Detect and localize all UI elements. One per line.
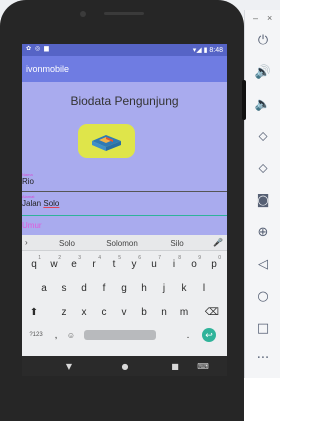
symbols-key[interactable]: ?123 [24,326,48,344]
umur-field[interactable]: Umur [22,218,227,236]
key-r[interactable]: r4 [84,255,104,273]
nav-keyboard-icon[interactable]: ⌨ [196,359,210,373]
emoji-icon: ☺ [66,330,76,340]
more-icon[interactable]: ··· [245,346,281,370]
key-p[interactable]: p0 [204,255,224,273]
zoom-icon[interactable]: ⊕ [245,220,281,244]
key-o[interactable]: o9 [184,255,204,273]
notification-icons: ✿ ◎ ▆ [26,45,50,52]
earpiece-speaker [104,12,144,15]
key-k[interactable]: k [174,279,194,297]
minimize-button[interactable]: – [253,13,258,23]
shift-icon: ⬆ [29,306,39,318]
page-title: Biodata Pengunjung [70,94,179,108]
suggestion-1[interactable]: Solo [47,239,87,248]
front-camera [80,11,86,17]
key-n[interactable]: n [154,303,174,321]
camera-icon[interactable]: ◙ [245,188,281,212]
alamat-value-prefix: Jalan [22,199,44,208]
emulator-toolbar: – × ⏻ 🔊 🔈 ⬦ ⬦ ◙ ⊕ ◁ ○ □ ··· [244,10,280,378]
key-b[interactable]: b [134,303,154,321]
navigation-bar: ▼ ● ■ ⌨ [22,356,227,376]
key-v[interactable]: v [114,303,134,321]
back-icon[interactable]: ◁ [245,252,281,276]
phone-chin [0,376,244,421]
nama-value: Rio [22,177,35,186]
microphone-icon[interactable]: 🎤 [213,238,223,247]
key-e[interactable]: e3 [64,255,84,273]
soft-keyboard: › Solo Solomon Silo 🎤 q1 w2 e3 r4 t5 y6 … [22,235,227,356]
app-logo [78,124,135,158]
backspace-icon: ⌫ [204,306,220,318]
home-icon[interactable]: ○ [245,284,281,308]
rotate-left-icon[interactable]: ⬦ [245,124,281,148]
app-bar: ivonmobile [22,56,227,82]
power-icon[interactable]: ⏻ [245,28,281,52]
overview-icon[interactable]: □ [245,316,281,340]
volume-up-icon[interactable]: 🔊 [245,60,281,84]
key-g[interactable]: g [114,279,134,297]
period-key[interactable]: . [182,326,194,344]
nav-home-icon[interactable]: ● [118,359,132,373]
status-clock: ▾◢ ▮ 8:48 [192,47,223,54]
key-i[interactable]: i8 [164,255,184,273]
nav-back-icon[interactable]: ▼ [62,359,76,373]
close-button[interactable]: × [267,13,272,23]
suggestion-3[interactable]: Silo [157,239,197,248]
umur-placeholder: Umur [22,221,42,230]
key-w[interactable]: w2 [44,255,64,273]
key-l[interactable]: l [194,279,214,297]
shift-key[interactable]: ⬆ [24,303,44,321]
key-a[interactable]: a [34,279,54,297]
key-s[interactable]: s [54,279,74,297]
nav-recents-icon[interactable]: ■ [168,359,182,373]
key-m[interactable]: m [174,303,194,321]
key-t[interactable]: t5 [104,255,124,273]
comma-key[interactable]: , [50,326,62,344]
backspace-key[interactable]: ⌫ [202,303,222,321]
key-h[interactable]: h [134,279,154,297]
key-f[interactable]: f [94,279,114,297]
nama-field[interactable]: Nama Rio [22,172,227,192]
emoji-key[interactable]: ☺ [64,326,78,344]
volume-down-icon[interactable]: 🔈 [245,92,281,116]
key-u[interactable]: u7 [144,255,164,273]
nama-underline [22,191,227,192]
key-c[interactable]: c [94,303,114,321]
suggestion-strip: › Solo Solomon Silo 🎤 [22,235,227,251]
alamat-field[interactable]: Alamat Jalan Solo [22,194,227,216]
enter-key[interactable]: ↩ [202,328,216,342]
alamat-underline [22,215,227,216]
app-title: ivonmobile [26,64,70,74]
phone-screen: ✿ ◎ ▆ ▾◢ ▮ 8:48 ivonmobile Biodata Pengu… [22,44,227,376]
alamat-value-misspelled: Solo [43,199,60,208]
key-x[interactable]: x [74,303,94,321]
key-q[interactable]: q1 [24,255,44,273]
book-icon [92,135,121,151]
suggestion-2[interactable]: Solomon [102,239,142,248]
status-bar: ✿ ◎ ▆ ▾◢ ▮ 8:48 [22,44,227,56]
alamat-value: Jalan Solo [22,199,59,208]
key-z[interactable]: z [54,303,74,321]
toolbar-window-controls: – × [245,13,281,25]
rotate-right-icon[interactable]: ⬦ [245,156,281,180]
key-y[interactable]: y6 [124,255,144,273]
expand-suggestions-icon[interactable]: › [25,238,28,247]
key-j[interactable]: j [154,279,174,297]
key-d[interactable]: d [74,279,94,297]
phone-frame: ✿ ◎ ▆ ▾◢ ▮ 8:48 ivonmobile Biodata Pengu… [0,0,246,421]
space-bar[interactable] [84,330,156,340]
